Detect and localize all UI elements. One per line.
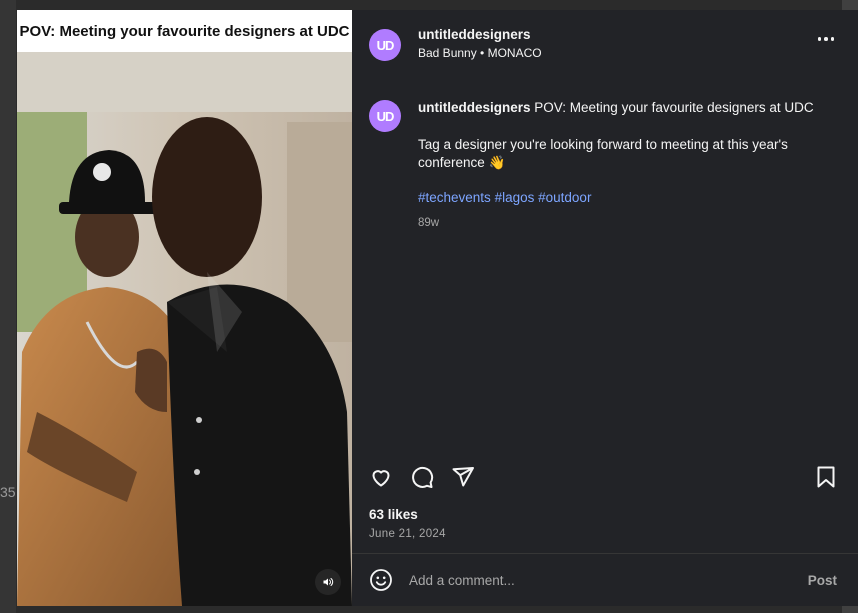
author-username[interactable]: untitleddesigners (418, 27, 542, 42)
post-comment-button[interactable]: Post (808, 573, 837, 588)
share-icon (452, 467, 474, 487)
post-details-panel: UD untitleddesigners Bad Bunny • MONACO … (352, 10, 858, 606)
bookmark-icon (817, 466, 835, 488)
smiley-icon (370, 569, 392, 591)
post-modal: POV: Meeting your favourite designers at… (17, 10, 858, 606)
audio-location-line[interactable]: Bad Bunny • MONACO (418, 46, 542, 60)
caption-username[interactable]: untitleddesigners (418, 100, 531, 115)
comment-input[interactable] (407, 571, 808, 589)
video-frame (17, 52, 352, 606)
heart-icon (372, 470, 390, 487)
emoji-picker-button[interactable] (369, 568, 393, 592)
hashtag-link[interactable]: #techevents (418, 190, 491, 205)
waving-hand-emoji: 👋 (488, 155, 506, 170)
like-button[interactable] (369, 465, 393, 489)
hashtag-list: #techevents #lagos #outdoor (418, 189, 838, 207)
caption-avatar[interactable]: UD (369, 100, 401, 132)
hashtag-link[interactable]: #outdoor (538, 190, 591, 205)
speaker-icon (323, 578, 334, 586)
more-options-button[interactable] (817, 37, 834, 41)
likes-count[interactable]: 63 likes (369, 507, 418, 522)
post-caption: UD untitleddesigners POV: Meeting your f… (369, 100, 839, 232)
comment-bar: Post (352, 553, 858, 606)
caption-title: POV: Meeting your favourite designers at… (534, 100, 814, 115)
caption-body-text: Tag a designer you're looking forward to… (418, 137, 788, 170)
avatar-logo-text: UD (376, 37, 395, 53)
avatar-logo-text: UD (376, 108, 395, 124)
comment-icon (412, 466, 434, 488)
sound-toggle-button[interactable] (315, 569, 341, 595)
hashtag-link[interactable]: #lagos (495, 190, 535, 205)
video-caption-overlay: POV: Meeting your favourite designers at… (17, 10, 352, 52)
post-video[interactable]: POV: Meeting your favourite designers at… (17, 10, 352, 606)
share-button[interactable] (451, 465, 475, 489)
comment-button[interactable] (410, 465, 434, 489)
save-button[interactable] (814, 465, 838, 489)
backdrop-count: 35 (0, 484, 16, 500)
post-header: UD untitleddesigners Bad Bunny • MONACO (369, 27, 542, 61)
post-date: June 21, 2024 (369, 528, 446, 540)
action-bar (369, 465, 838, 489)
more-dots-icon (817, 37, 821, 41)
author-avatar[interactable]: UD (369, 29, 401, 61)
caption-time-ago[interactable]: 89w (418, 214, 838, 232)
